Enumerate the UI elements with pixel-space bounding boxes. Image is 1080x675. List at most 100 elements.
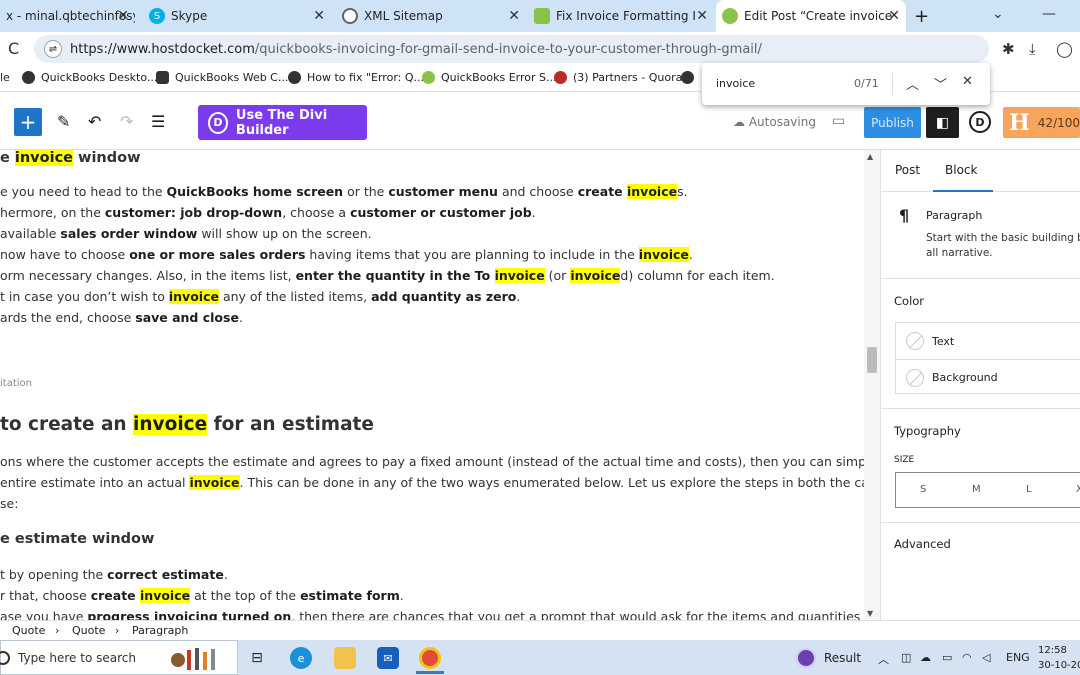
edge-icon[interactable]: e (290, 647, 312, 669)
size-option-m[interactable]: M (972, 484, 981, 495)
list-item[interactable]: t in case you don’t wish to invoice any … (0, 289, 520, 304)
paragraph[interactable]: entire estimate into an actual invoice. … (0, 475, 864, 490)
close-icon[interactable]: ✕ (508, 8, 520, 24)
divi-button-label: Use The Divi Builder (235, 107, 328, 138)
text: r that, choose (0, 588, 91, 603)
find-input[interactable]: invoice (716, 77, 755, 90)
heading-create-invoice-estimate[interactable]: to create an invoice for an estimate (0, 414, 374, 435)
task-view-icon[interactable]: ⊟ (246, 647, 268, 669)
new-tab-button[interactable]: + (914, 6, 929, 27)
site-info-icon[interactable]: ⇌ (44, 40, 62, 58)
redo-icon[interactable]: ↷ (120, 112, 133, 131)
url-field[interactable]: ⇌ https://www.hostdocket.com/quickbooks-… (34, 35, 989, 63)
tab-edit-post[interactable]: Edit Post “Create invoice in G ✕ (716, 0, 906, 32)
heading-estimate-window[interactable]: e estimate window (0, 531, 154, 547)
add-block-button[interactable]: + (14, 108, 42, 136)
size-option-s[interactable]: S (920, 484, 926, 495)
cloud-icon[interactable]: ☁ (920, 651, 931, 664)
editor-content[interactable]: e invoice window e you need to head to t… (0, 150, 864, 620)
tab-post[interactable]: Post (895, 163, 920, 177)
highlight: invoice (638, 247, 689, 262)
paragraph[interactable]: ons where the customer accepts the estim… (0, 454, 864, 469)
bookmark-item[interactable]: (3) Partners - Quora (554, 71, 682, 84)
close-icon[interactable]: ✕ (888, 8, 900, 24)
scroll-up-icon[interactable]: ▲ (867, 152, 873, 161)
reload-icon[interactable]: C (8, 39, 19, 58)
list-item[interactable]: ase you have progress invoicing turned o… (0, 609, 864, 620)
text-color-button[interactable]: Text (896, 323, 1080, 359)
size-option-l[interactable]: L (1026, 484, 1032, 495)
scrollbar-thumb[interactable] (867, 347, 877, 373)
list-item[interactable]: now have to choose one or more sales ord… (0, 247, 693, 262)
close-icon[interactable]: ✕ (313, 8, 325, 24)
bookmark-item[interactable]: QuickBooks Web C... (156, 71, 288, 84)
bookmark-item[interactable]: QuickBooks Error S... (422, 71, 557, 84)
pencil-icon[interactable]: ✎ (57, 112, 70, 131)
color-section-title[interactable]: Color (894, 294, 924, 308)
list-item[interactable]: available sales order window will show u… (0, 226, 372, 241)
chevron-down-icon[interactable]: ﹀ (934, 74, 947, 93)
use-divi-builder-button[interactable]: D Use The Divi Builder (198, 105, 367, 140)
tab-block[interactable]: Block (932, 163, 995, 192)
settings-panel-icon[interactable]: ◧ (926, 107, 959, 138)
seo-score-button[interactable]: H 42/100 (1003, 107, 1080, 138)
undo-icon[interactable]: ↶ (88, 112, 101, 131)
file-explorer-icon[interactable] (334, 647, 356, 669)
tab-skype[interactable]: S Skype ✕ (143, 0, 331, 32)
text: or the (343, 184, 389, 199)
tab-gmail[interactable]: x - minal.qbtechinfosyst ✕ (0, 0, 135, 32)
list-item[interactable]: e you need to head to the QuickBooks hom… (0, 184, 688, 199)
divi-icon[interactable]: D (969, 111, 991, 133)
divi-logo-icon: D (208, 111, 228, 134)
text: . This can be done in any of the two way… (239, 475, 864, 490)
profile-icon[interactable]: ◯ (1056, 40, 1073, 58)
bookmark-item[interactable]: le (0, 71, 10, 84)
advanced-section-title[interactable]: Advanced (894, 537, 951, 551)
list-item[interactable]: r that, choose create invoice at the top… (0, 588, 404, 603)
download-icon[interactable]: ⤓ (1029, 40, 1036, 58)
breadcrumb-item[interactable]: Quote (12, 624, 45, 637)
battery-icon[interactable]: ▭ (942, 651, 952, 664)
extensions-icon[interactable]: ✱ (1002, 40, 1015, 58)
bookmark-item[interactable]: QuickBooks Deskto... (22, 71, 157, 84)
list-item[interactable]: t by opening the correct estimate. (0, 567, 228, 582)
paragraph[interactable]: se: (0, 496, 18, 511)
tab-xml-sitemap[interactable]: XML Sitemap ✕ (336, 0, 526, 32)
language-indicator[interactable]: ENG (1006, 651, 1030, 664)
volume-icon[interactable]: ◁ (982, 651, 990, 664)
taskbar-search[interactable]: Type here to search (0, 640, 238, 675)
clock[interactable]: 12:58 30-10-202 (1038, 643, 1080, 673)
content-scrollbar[interactable]: ▲ ▼ (864, 150, 880, 620)
mail-icon[interactable]: ✉ (377, 647, 399, 669)
chrome-icon[interactable] (416, 647, 444, 674)
list-item[interactable]: orm necessary changes. Also, in the item… (0, 268, 775, 283)
background-color-button[interactable]: Background (896, 359, 1080, 395)
chevron-down-icon[interactable]: ⌄ (992, 6, 1004, 22)
bold-text: add quantity as zero (371, 289, 517, 304)
breadcrumb-item[interactable]: Paragraph (132, 624, 188, 637)
size-option-xl[interactable]: X (1076, 484, 1080, 495)
color-swatch-icon (906, 368, 924, 387)
breadcrumb-item[interactable]: Quote (72, 624, 105, 637)
citation-placeholder[interactable]: itation (0, 378, 32, 389)
scroll-down-icon[interactable]: ▼ (867, 609, 873, 618)
chevron-up-icon[interactable]: ︿ (906, 74, 919, 93)
bookmark-item[interactable]: How to fix "Error: Q... (288, 71, 424, 84)
bookmark-item[interactable] (681, 71, 700, 84)
minimize-icon[interactable]: — (1042, 6, 1056, 22)
result-widget[interactable]: Result (796, 648, 861, 668)
preview-icon[interactable]: ▭ (832, 113, 845, 129)
wifi-icon[interactable]: ◠ (962, 651, 972, 664)
list-item[interactable]: hermore, on the customer: job drop-down,… (0, 205, 536, 220)
tab-fix-invoice[interactable]: Fix Invoice Formatting Issue ✕ (528, 0, 714, 32)
heading-invoice-window[interactable]: e invoice window (0, 150, 140, 166)
publish-button[interactable]: Publish (864, 107, 921, 138)
close-icon[interactable]: ✕ (696, 8, 708, 24)
list-view-icon[interactable]: ☰ (151, 112, 165, 131)
list-item[interactable]: ards the end, choose save and close. (0, 310, 243, 325)
close-icon[interactable]: ✕ (962, 74, 973, 89)
chevron-up-icon[interactable]: ︿ (878, 651, 889, 667)
close-icon[interactable]: ✕ (117, 8, 129, 24)
typography-section-title[interactable]: Typography (894, 424, 961, 438)
tray-app-icon[interactable]: ◫ (901, 651, 911, 664)
